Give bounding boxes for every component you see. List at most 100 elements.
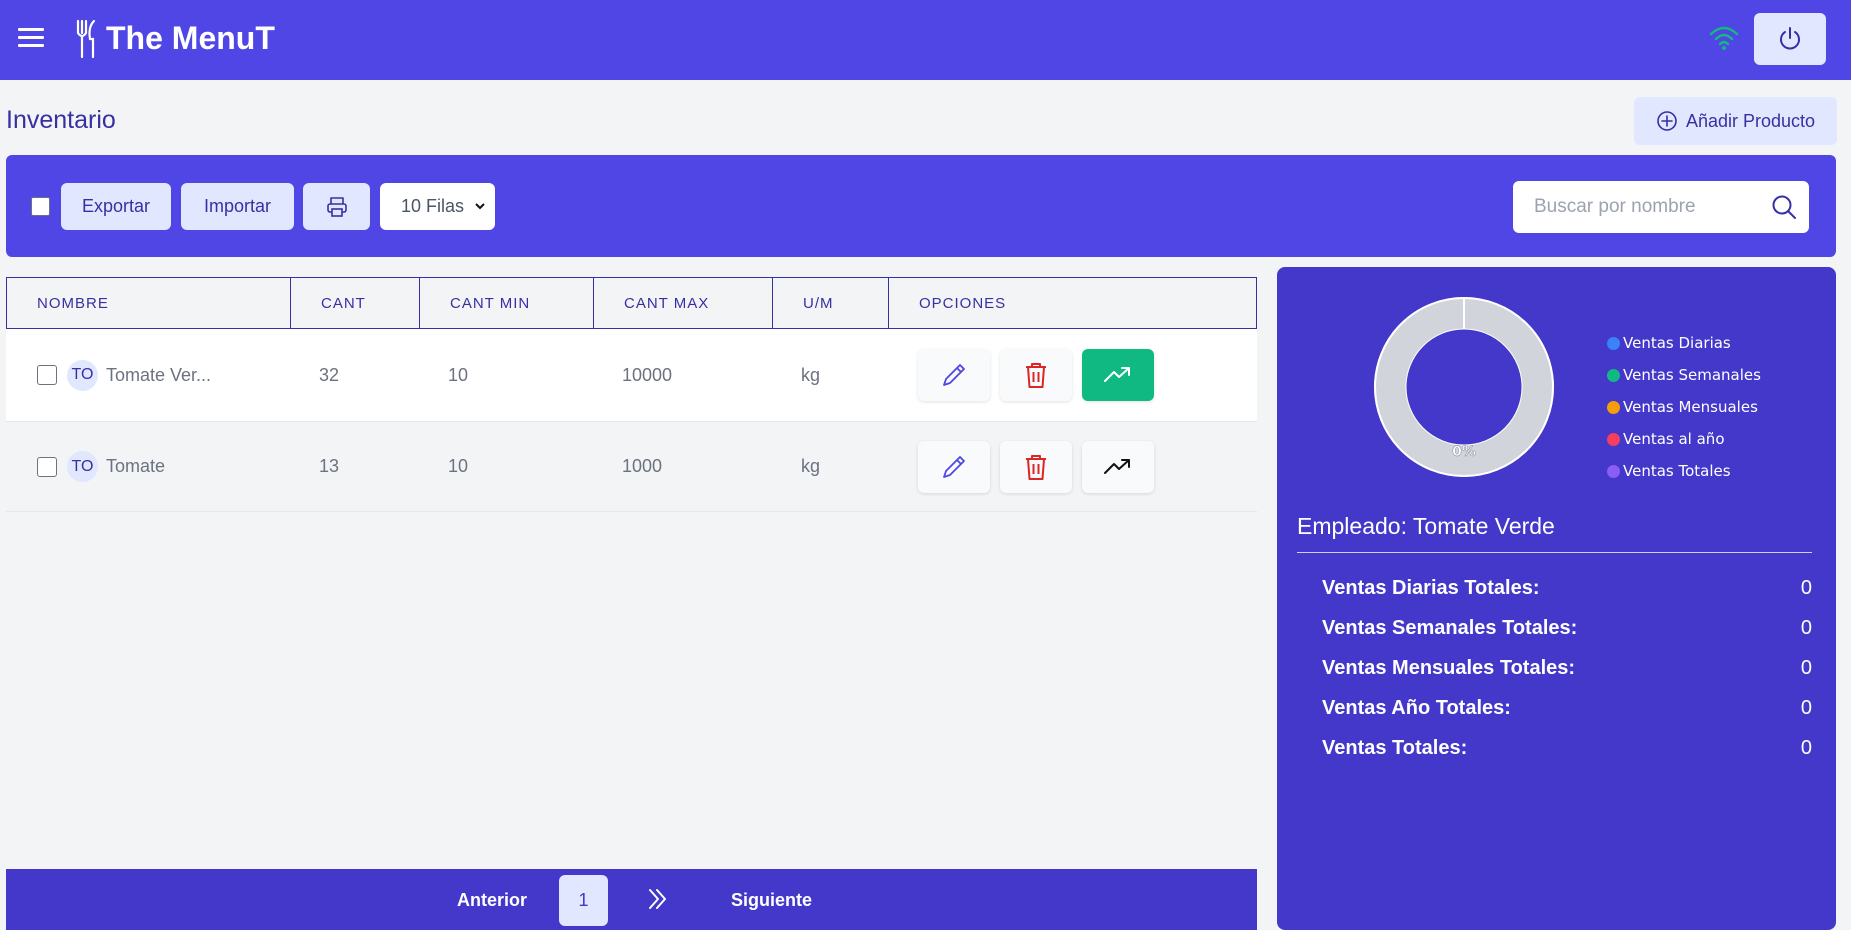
sales-donut-chart: 0%	[1374, 297, 1554, 477]
double-chevron-right-icon[interactable]	[646, 887, 670, 911]
logout-button[interactable]	[1754, 13, 1826, 65]
stat-row: Ventas Diarias Totales: 0	[1322, 577, 1812, 607]
legend-label: Ventas al año	[1623, 430, 1725, 448]
row-checkbox[interactable]	[37, 456, 57, 477]
product-cant-max: 1000	[622, 456, 663, 476]
product-avatar: TO	[67, 359, 98, 391]
print-button[interactable]	[303, 183, 370, 230]
chevron-down-icon	[475, 203, 485, 210]
product-um: kg	[801, 364, 821, 385]
export-button[interactable]: Exportar	[61, 183, 171, 230]
previous-page-button[interactable]: Anterior	[457, 890, 527, 911]
table-row: TO Tomate Ver... 32 10 10000 kg	[6, 329, 1257, 422]
stat-label: Ventas Diarias Totales:	[1322, 577, 1540, 599]
menu-icon[interactable]	[18, 28, 44, 50]
divider	[1297, 552, 1812, 553]
legend-item[interactable]: Ventas Diarias	[1607, 327, 1761, 359]
product-avatar: TO	[67, 451, 98, 482]
row-checkbox[interactable]	[37, 365, 57, 385]
legend-item[interactable]: Ventas al año	[1607, 423, 1761, 455]
trash-icon	[1026, 454, 1046, 480]
column-header-cant[interactable]: CANT	[291, 278, 420, 328]
legend-item[interactable]: Ventas Mensuales	[1607, 391, 1761, 423]
stat-value: 0	[1800, 737, 1812, 759]
legend-label: Ventas Totales	[1623, 462, 1731, 480]
stat-value: 0	[1800, 577, 1812, 599]
stat-label: Ventas Mensuales Totales:	[1322, 657, 1576, 679]
legend-item[interactable]: Ventas Totales	[1607, 455, 1761, 487]
chart-percent-label: 0%	[1452, 444, 1476, 460]
trash-icon	[1026, 363, 1046, 388]
column-header-opciones: OPCIONES	[919, 294, 1007, 312]
column-header-cant-min[interactable]: CANT MIN	[420, 278, 594, 328]
stat-row: Ventas Totales: 0	[1322, 737, 1812, 767]
legend-dot	[1607, 400, 1620, 414]
product-name: Tomate	[106, 456, 166, 476]
app-brand: The MenuT	[106, 20, 275, 56]
next-page-button[interactable]: Siguiente	[731, 890, 812, 911]
table-row: TO Tomate 13 10 1000 kg	[6, 422, 1257, 512]
stat-label: Ventas Totales:	[1322, 737, 1468, 759]
top-bar: The MenuT	[0, 0, 1851, 80]
column-header-nombre[interactable]: NOMBRE	[7, 278, 291, 328]
stat-value: 0	[1800, 657, 1812, 679]
pencil-icon	[943, 455, 965, 478]
sales-trend-button[interactable]	[1082, 349, 1154, 401]
table-toolbar: Exportar Importar 10 Filas	[6, 155, 1836, 257]
stat-label: Ventas Semanales Totales:	[1322, 617, 1578, 639]
chart-legend: Ventas Diarias Ventas Semanales Ventas M…	[1607, 327, 1761, 487]
page-number-button[interactable]: 1	[559, 875, 608, 926]
product-cant-min: 10	[448, 456, 469, 476]
sales-trend-button[interactable]	[1082, 440, 1154, 493]
power-icon	[1780, 27, 1800, 50]
stat-row: Ventas Año Totales: 0	[1322, 697, 1812, 727]
delete-button[interactable]	[1000, 349, 1072, 401]
employee-title: Empleado: Tomate Verde	[1297, 513, 1555, 539]
wifi-icon	[1709, 26, 1739, 50]
product-cant: 13	[319, 456, 340, 476]
inventory-table: NOMBRE CANT CANT MIN CANT MAX U/M OPCION…	[6, 277, 1257, 512]
search-input[interactable]	[1513, 181, 1753, 233]
employee-sales-panel: 0% Ventas Diarias Ventas Semanales Venta…	[1277, 267, 1836, 930]
product-cant: 32	[319, 364, 340, 385]
column-header-cant-max[interactable]: CANT MAX	[594, 278, 773, 328]
legend-dot	[1607, 464, 1620, 478]
trending-up-icon	[1104, 458, 1130, 474]
printer-icon	[326, 196, 347, 217]
edit-button[interactable]	[918, 349, 990, 401]
legend-dot	[1607, 368, 1620, 382]
stat-label: Ventas Año Totales:	[1322, 697, 1511, 719]
plus-circle-icon	[1657, 111, 1677, 131]
delete-button[interactable]	[1000, 440, 1072, 493]
pagination: Anterior 1 Siguiente	[6, 869, 1257, 930]
trending-up-icon	[1104, 367, 1130, 382]
stat-row: Ventas Mensuales Totales: 0	[1322, 657, 1812, 687]
rows-per-page-value: 10 Filas	[401, 196, 465, 216]
import-button[interactable]: Importar	[181, 183, 294, 230]
product-um: kg	[801, 456, 821, 476]
legend-label: Ventas Semanales	[1623, 366, 1761, 384]
legend-label: Ventas Mensuales	[1623, 398, 1758, 416]
legend-dot	[1607, 432, 1620, 446]
add-product-button[interactable]: Añadir Producto	[1634, 97, 1837, 145]
edit-button[interactable]	[918, 440, 990, 493]
legend-item[interactable]: Ventas Semanales	[1607, 359, 1761, 391]
stat-value: 0	[1800, 617, 1812, 639]
stat-row: Ventas Semanales Totales: 0	[1322, 617, 1812, 647]
pencil-icon	[943, 364, 965, 386]
product-name: Tomate Ver...	[106, 364, 212, 385]
column-header-um[interactable]: U/M	[773, 278, 889, 328]
table-header: NOMBRE CANT CANT MIN CANT MAX U/M OPCION…	[6, 277, 1257, 329]
legend-dot	[1607, 336, 1620, 350]
add-product-label: Añadir Producto	[1685, 110, 1816, 131]
fork-knife-icon	[76, 19, 96, 59]
select-all-checkbox[interactable]	[31, 197, 50, 216]
stat-value: 0	[1800, 697, 1812, 719]
search-icon[interactable]	[1771, 194, 1797, 220]
product-cant-max: 10000	[622, 364, 673, 385]
page-title: Inventario	[6, 106, 116, 134]
product-cant-min: 10	[448, 364, 469, 385]
search-box[interactable]	[1513, 181, 1809, 233]
rows-per-page-select[interactable]: 10 Filas	[380, 183, 495, 230]
legend-label: Ventas Diarias	[1623, 334, 1731, 352]
